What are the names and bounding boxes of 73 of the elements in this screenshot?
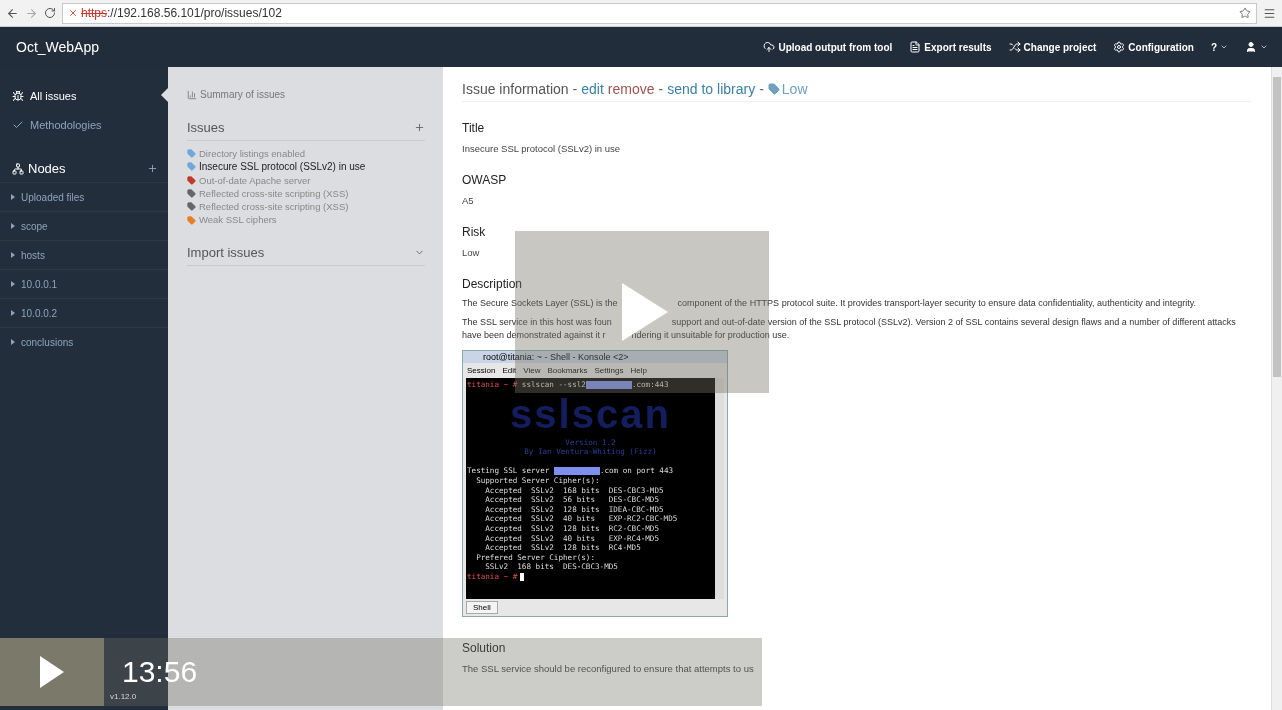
field-title: Solution (462, 641, 507, 655)
nav-link[interactable]: Configuration (1113, 41, 1194, 53)
scrollbar[interactable] (715, 378, 724, 599)
back-icon[interactable] (6, 6, 19, 20)
issue-heading: Issue information (462, 81, 569, 97)
shell-tab[interactable]: Shell (466, 601, 498, 614)
upload-icon (763, 41, 776, 53)
remove-link[interactable]: remove (607, 81, 655, 97)
play-icon (622, 283, 668, 341)
nav-link[interactable]: Change project (1008, 41, 1097, 53)
play-button[interactable] (0, 638, 104, 706)
user-menu[interactable] (1245, 41, 1268, 53)
field-title: Description (462, 277, 524, 291)
chart-icon (187, 89, 197, 100)
library-link[interactable]: send to library (667, 81, 756, 97)
window-title: root@titania: ~ - Shell - Konsole <2> (483, 352, 629, 362)
tag-icon (767, 83, 780, 95)
caret-icon (11, 223, 15, 229)
separator-text: - (658, 81, 664, 97)
caret-icon (11, 194, 15, 200)
url-scheme: https (81, 6, 107, 20)
settings-icon (1113, 41, 1126, 53)
nodes-heading: Nodes (28, 161, 67, 176)
import-heading[interactable]: Import issues (187, 244, 414, 260)
menu-item[interactable]: Bookmarks (547, 366, 588, 375)
field-title: OWASP (462, 173, 508, 187)
app-brand[interactable]: Oct_WebApp (16, 39, 747, 55)
issues-heading: Issues (187, 120, 226, 135)
add-issue-icon[interactable] (414, 122, 425, 133)
caret-icon (1260, 43, 1268, 51)
edit-link[interactable]: edit (581, 81, 604, 97)
field-title: Risk (462, 225, 487, 239)
address-bar[interactable]: https://192.168.56.101/pro/issues/102 (62, 2, 1257, 24)
menu-item[interactable]: Help (630, 366, 647, 375)
field-value: Low (462, 247, 481, 258)
caret-icon (11, 281, 15, 287)
nav-link[interactable]: Export results (909, 41, 992, 53)
reload-icon[interactable] (44, 7, 56, 19)
star-icon[interactable] (1239, 7, 1251, 19)
separator-text: - (572, 81, 578, 97)
menu-item[interactable]: Edit (502, 366, 517, 375)
caret-icon (11, 339, 15, 345)
document-icon (909, 41, 922, 53)
field-title: Title (462, 121, 486, 135)
caret-icon (11, 252, 15, 258)
sitemap-icon (12, 162, 24, 175)
field-value: Insecure SSL protocol (SSLv2) in use (462, 143, 622, 154)
issue-item[interactable]: Insecure SSL protocol (SSLv2) in use (187, 160, 425, 174)
menu-item[interactable]: View (523, 366, 541, 375)
solution-text: The SSL service should be reconfigured to ensure that attempts to us (462, 663, 755, 674)
separator-text: - (759, 81, 764, 97)
shuffle-icon (1008, 41, 1021, 53)
sidebar-item[interactable]: Methodologies (0, 110, 168, 139)
caret-icon (11, 310, 15, 316)
scrollbar-thumb[interactable] (1273, 77, 1281, 377)
summary-link[interactable]: Summary of issues (187, 89, 425, 100)
description-text: The SSL service in this host was foun support and out-of-date version of the SSL protocol (SSLv2). Version 2 of SSL contains several design flaws and a number of different attacks have been demonstrated against it r ndering it unsuitable for production use. (462, 316, 1237, 342)
nav-link[interactable]: Upload output from tool (763, 41, 893, 53)
menu-item[interactable]: Settings (594, 366, 624, 375)
caret-icon (1220, 43, 1228, 51)
ascii-logo: sslscan (509, 390, 672, 438)
user-icon (1245, 41, 1257, 53)
version-text: v1.12.0 (110, 692, 138, 701)
field-value: A5 (462, 195, 475, 206)
help-menu[interactable]: ? (1210, 41, 1228, 53)
description-text: The Secure Sockets Layer (SSL) is the component of the HTTPS protocol suite. It provides transport-layer security to ensure data confidentiality, authenticity and integrity. (462, 297, 1197, 310)
menu-icon[interactable] (1263, 6, 1276, 20)
menu-item[interactable]: Session (467, 366, 496, 375)
bug-icon (12, 89, 24, 102)
add-node-icon[interactable] (147, 163, 158, 174)
play-icon (40, 656, 64, 688)
scrollbar[interactable] (1271, 67, 1282, 710)
url-text: ://192.168.56.101/pro/issues/102 (107, 6, 282, 20)
